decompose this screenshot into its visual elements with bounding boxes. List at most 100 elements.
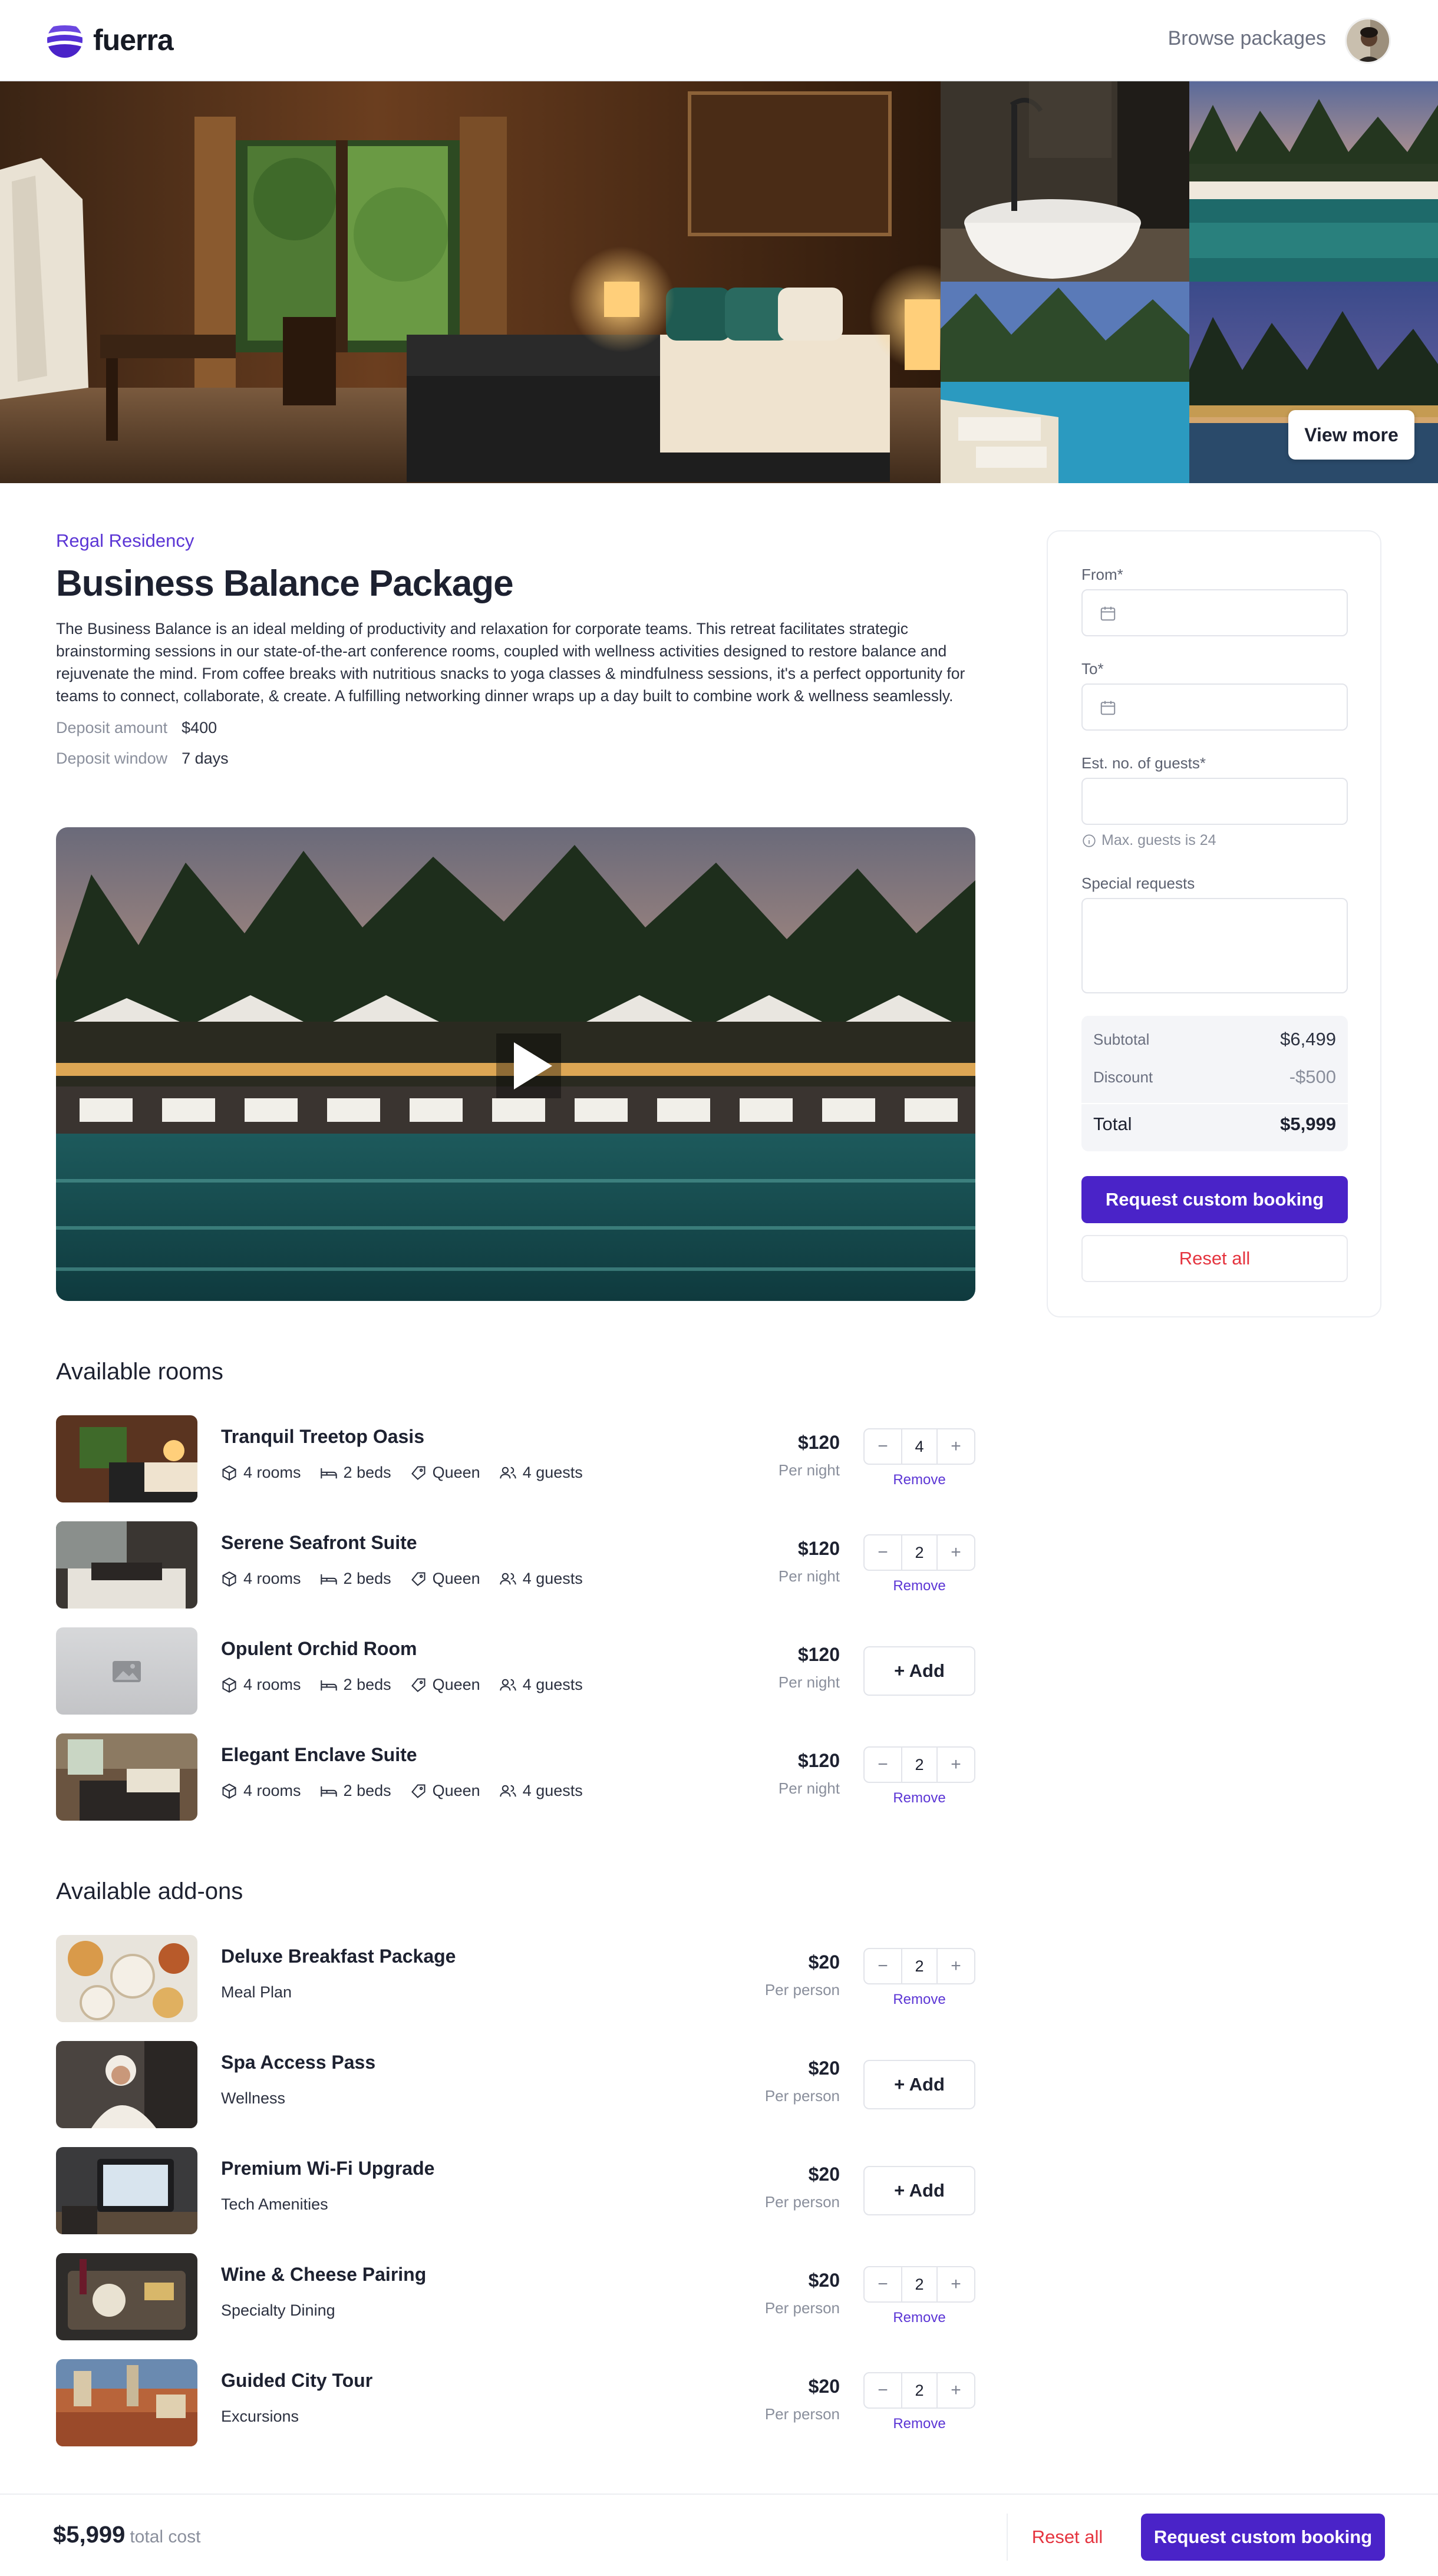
room-thumbnail[interactable] — [56, 1733, 197, 1821]
sticky-footer: $5,999 total cost Reset all Request custo… — [0, 2494, 1438, 2576]
room-price: $120 — [797, 1432, 840, 1453]
addon-category: Wellness — [221, 2089, 286, 2107]
quantity-value[interactable]: 2 — [901, 2373, 938, 2407]
room-thumbnail[interactable] — [56, 1521, 197, 1609]
play-icon[interactable] — [496, 1033, 561, 1098]
quantity-value[interactable]: 2 — [901, 1748, 938, 1782]
addon-name: Deluxe Breakfast Package — [221, 1946, 456, 1967]
plus-icon[interactable]: + — [938, 2373, 974, 2407]
gallery-photo-bathroom[interactable] — [941, 81, 1189, 282]
to-date-field[interactable] — [1081, 683, 1348, 731]
add-addon-button[interactable]: + Add — [863, 2060, 975, 2109]
tag-icon — [411, 1784, 426, 1798]
remove-link[interactable]: Remove — [863, 1578, 975, 1594]
subtotal-label: Subtotal — [1093, 1030, 1150, 1048]
remove-link[interactable]: Remove — [863, 1472, 975, 1488]
minus-icon[interactable]: − — [865, 1535, 901, 1570]
addon-price: $20 — [808, 2164, 840, 2185]
room-row: Serene Seafront Suite 4 rooms 2 beds Que… — [56, 1521, 975, 1609]
plus-icon[interactable]: + — [938, 1748, 974, 1782]
remove-link[interactable]: Remove — [863, 2310, 975, 2326]
info-icon — [1083, 834, 1096, 847]
request-booking-button[interactable]: Request custom booking — [1081, 1176, 1348, 1223]
guests-input[interactable] — [1081, 778, 1348, 825]
plus-icon[interactable]: + — [938, 1949, 974, 1983]
addon-category: Excursions — [221, 2407, 299, 2425]
brand-name: fuerra — [93, 24, 174, 57]
addon-thumbnail[interactable] — [56, 2253, 197, 2340]
plus-icon[interactable]: + — [938, 2267, 974, 2301]
addon-row: Wine & Cheese Pairing Specialty Dining $… — [56, 2253, 975, 2340]
addon-row: Premium Wi-Fi Upgrade Tech Amenities $20… — [56, 2147, 975, 2234]
box-icon — [222, 1571, 236, 1587]
addon-thumbnail[interactable] — [56, 2359, 197, 2446]
venue-name[interactable]: Regal Residency — [56, 530, 194, 551]
browse-packages-link[interactable]: Browse packages — [1168, 27, 1326, 50]
special-requests-textarea[interactable] — [1081, 898, 1348, 993]
minus-icon[interactable]: − — [865, 1748, 901, 1782]
remove-link[interactable]: Remove — [863, 2416, 975, 2432]
deposit-window-label: Deposit window — [56, 749, 168, 767]
plus-icon[interactable]: + — [938, 1535, 974, 1570]
add-addon-button[interactable]: + Add — [863, 2166, 975, 2215]
addon-name: Premium Wi-Fi Upgrade — [221, 2158, 435, 2179]
minus-icon[interactable]: − — [865, 1429, 901, 1464]
guest-count: 4 guests — [522, 1570, 583, 1587]
addon-thumbnail[interactable] — [56, 1935, 197, 2022]
room-count: 4 rooms — [243, 1464, 301, 1481]
guests-hint: Max. guests is 24 — [1081, 832, 1216, 849]
addon-thumbnail[interactable] — [56, 2041, 197, 2128]
bed-icon — [320, 1574, 337, 1584]
addon-name: Spa Access Pass — [221, 2052, 376, 2073]
quantity-value[interactable]: 4 — [901, 1429, 938, 1464]
quantity-value[interactable]: 2 — [901, 2267, 938, 2301]
users-icon — [499, 1573, 516, 1584]
minus-icon[interactable]: − — [865, 2373, 901, 2407]
addons-section-title: Available add-ons — [56, 1878, 243, 1904]
from-date-field[interactable] — [1081, 589, 1348, 636]
deposit-amount-value: $400 — [182, 719, 217, 737]
footer-request-booking-button[interactable]: Request custom booking — [1141, 2514, 1385, 2561]
room-thumbnail-placeholder[interactable] — [56, 1627, 197, 1715]
quantity-stepper: − 2 + — [863, 1534, 975, 1571]
footer-total-value: $5,999 — [53, 2522, 126, 2548]
gallery-photo-main[interactable] — [0, 81, 941, 483]
bed-type: Queen — [432, 1782, 480, 1799]
package-description: The Business Balance is an ideal melding… — [56, 620, 965, 705]
total-value: $5,999 — [1280, 1114, 1336, 1134]
footer-total: $5,999 total cost — [53, 2522, 200, 2548]
brand-logo[interactable]: fuerra — [46, 21, 174, 59]
reset-all-button[interactable]: Reset all — [1081, 1235, 1348, 1282]
calendar-icon — [1100, 606, 1116, 621]
plus-icon[interactable]: + — [938, 1429, 974, 1464]
remove-link[interactable]: Remove — [863, 1992, 975, 2008]
tag-icon — [411, 1465, 426, 1480]
video-player[interactable] — [56, 827, 975, 1301]
users-icon — [499, 1679, 516, 1690]
avatar[interactable] — [1345, 18, 1391, 64]
minus-icon[interactable]: − — [865, 1949, 901, 1983]
view-more-button[interactable]: View more — [1288, 410, 1414, 460]
room-features: 4 rooms 2 beds Queen 4 guests — [221, 1782, 583, 1800]
room-price: $120 — [797, 1750, 840, 1771]
remove-link[interactable]: Remove — [863, 1790, 975, 1806]
box-icon — [222, 1465, 236, 1481]
addon-thumbnail[interactable] — [56, 2147, 197, 2234]
room-thumbnail[interactable] — [56, 1415, 197, 1502]
price-unit: Per person — [764, 2405, 840, 2423]
price-unit: Per person — [764, 2087, 840, 2105]
footer-reset-button[interactable]: Reset all — [1007, 2514, 1127, 2561]
guest-count: 4 guests — [522, 1676, 583, 1693]
guests-label: Est. no. of guests* — [1081, 754, 1206, 772]
add-room-button[interactable]: + Add — [863, 1646, 975, 1696]
gallery-photo-pool-night[interactable]: View more — [1189, 282, 1438, 483]
gallery-photo-pool-day[interactable] — [941, 282, 1189, 483]
total-row: Total $5,999 — [1081, 1103, 1348, 1144]
gallery-photo-pool-dusk[interactable] — [1189, 81, 1438, 282]
discount-row: Discount -$500 — [1093, 1065, 1336, 1089]
minus-icon[interactable]: − — [865, 2267, 901, 2301]
quantity-value[interactable]: 2 — [901, 1535, 938, 1570]
quantity-value[interactable]: 2 — [901, 1949, 938, 1983]
quantity-stepper: − 2 + — [863, 2266, 975, 2303]
footer-total-label: total cost — [130, 2527, 201, 2547]
